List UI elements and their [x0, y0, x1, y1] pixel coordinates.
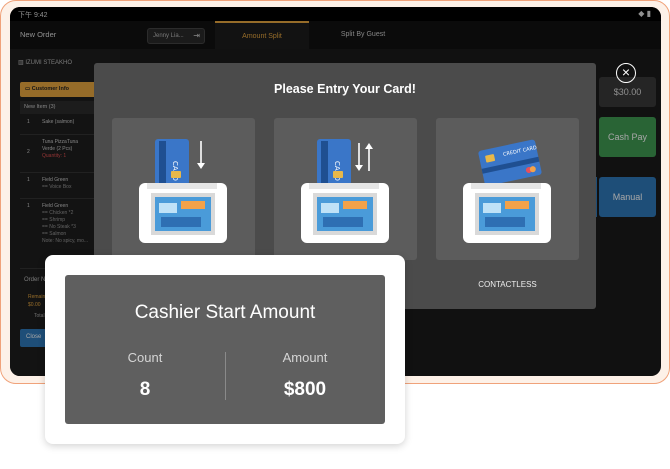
cashier-start-amount-panel: Cashier Start Amount Count 8 Amount $800	[65, 275, 385, 424]
amount-value: $800	[283, 379, 327, 400]
modal-title: Please Entry Your Card!	[274, 82, 416, 96]
insert-card-option[interactable]: CARD	[112, 118, 255, 260]
contactless-option[interactable]: CREDIT CARD	[436, 118, 579, 260]
count-value: 8	[139, 379, 151, 400]
swipe-card-option[interactable]: CARD	[274, 118, 417, 260]
amount-label: Amount	[282, 350, 328, 365]
screenshot-stage: 下午 9:42 ◆ ▮ New Order Jenny Lia... ⇥ Amo…	[0, 0, 670, 469]
amount-column: Amount $800	[225, 350, 385, 401]
swipe-card-icon: CARD	[301, 139, 389, 243]
count-label: Count	[127, 350, 163, 365]
cashier-title: Cashier Start Amount	[134, 302, 316, 323]
close-icon[interactable]: ×	[616, 63, 636, 83]
count-column: Count 8	[65, 350, 225, 401]
contactless-card-icon: CREDIT CARD	[463, 139, 551, 243]
contactless-label: CONTACTLESS	[478, 280, 537, 289]
insert-card-icon: CARD	[139, 139, 227, 243]
